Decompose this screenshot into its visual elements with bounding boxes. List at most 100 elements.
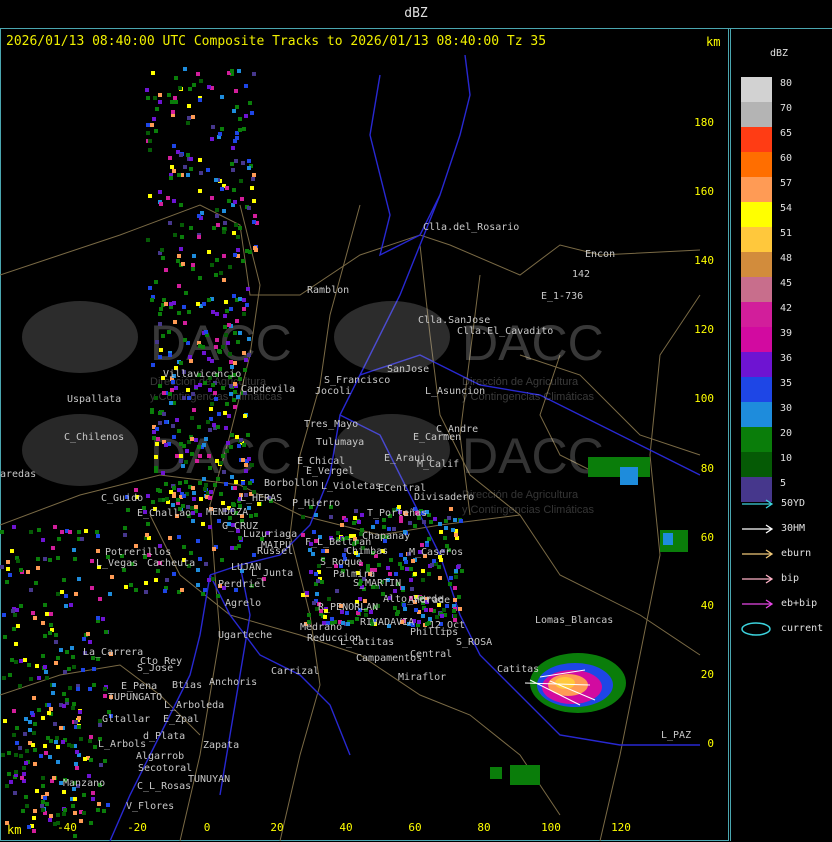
echo-pixel xyxy=(31,611,35,615)
echo-pixel xyxy=(49,623,53,627)
echo-pixel xyxy=(74,720,78,724)
echo-pixel xyxy=(249,514,253,518)
echo-pixel xyxy=(45,792,49,796)
echo-pixel xyxy=(252,199,256,203)
echo-pixel xyxy=(52,683,56,687)
echo-pixel xyxy=(47,703,51,707)
legend-track-label: 50YD xyxy=(781,498,806,509)
echo-pixel xyxy=(48,631,52,635)
echo-pixel xyxy=(187,310,191,314)
echo-pixel xyxy=(189,226,193,230)
echo-pixel xyxy=(250,463,254,467)
echo-pixel xyxy=(247,166,251,170)
echo-pixel xyxy=(134,488,138,492)
echo-pixel xyxy=(154,280,158,284)
echo-pixel xyxy=(72,702,76,706)
echo-pixel xyxy=(253,246,257,250)
echo-pixel xyxy=(158,421,162,425)
echo-pixel xyxy=(238,536,242,540)
echo-pixel xyxy=(429,520,433,524)
echo-pixel xyxy=(72,548,76,552)
echo-pixel xyxy=(33,722,37,726)
echo-pixel xyxy=(71,706,75,710)
echo-pixel xyxy=(177,488,181,492)
place-name: E_Vergel xyxy=(306,466,354,477)
echo-pixel xyxy=(173,96,177,100)
echo-pixel xyxy=(14,770,18,774)
echo-pixel xyxy=(452,609,456,613)
echo-pixel xyxy=(158,489,162,493)
echo-pixel xyxy=(215,312,219,316)
echo-pixel xyxy=(309,570,313,574)
echo-pixel xyxy=(208,466,212,470)
echo-pixel xyxy=(212,226,216,230)
echo-pixel xyxy=(35,664,39,668)
radar-map[interactable]: DACC Dirección de Agricultura y Continge… xyxy=(0,55,729,841)
echo-pixel xyxy=(214,345,218,349)
echo-pixel xyxy=(207,85,211,89)
echo-pixel xyxy=(92,667,96,671)
legend-title: dBZ xyxy=(770,48,789,59)
echo-pixel xyxy=(24,761,28,765)
echo-pixel xyxy=(35,789,39,793)
echo-pixel xyxy=(60,590,64,594)
echo-pixel xyxy=(164,268,168,272)
echo-pixel xyxy=(5,821,9,825)
place-name: M_Caseros xyxy=(409,547,463,558)
echo-pixel xyxy=(152,436,156,440)
echo-pixel xyxy=(414,608,418,612)
legend-level-label: 39 xyxy=(780,328,793,339)
place-name: L_Arbols xyxy=(98,739,146,750)
place-name: Catitas xyxy=(497,664,539,675)
echo-pixel xyxy=(229,307,233,311)
echo-pixel xyxy=(243,486,247,490)
legend-swatch xyxy=(741,452,772,477)
echo-pixel xyxy=(451,528,455,532)
echo-pixel xyxy=(196,583,200,587)
echo-pixel xyxy=(172,144,176,148)
echo-pixel xyxy=(92,683,96,687)
echo-pixel xyxy=(188,87,192,91)
echo-pixel xyxy=(177,429,181,433)
echo-pixel xyxy=(225,186,229,190)
echo-pixel xyxy=(453,598,457,602)
echo-pixel xyxy=(124,585,128,589)
echo-pixel xyxy=(196,539,200,543)
echo-pixel xyxy=(93,745,97,749)
echo-pixel xyxy=(210,137,214,141)
echo-pixel xyxy=(32,816,36,820)
echo-pixel xyxy=(360,513,364,517)
echo-pixel xyxy=(179,247,183,251)
echo-pixel xyxy=(168,156,172,160)
echo-pixel xyxy=(164,302,168,306)
echo-pixel xyxy=(233,139,237,143)
echo-pixel xyxy=(181,464,185,468)
echo-pixel xyxy=(227,414,231,418)
echo-pixel xyxy=(210,263,214,267)
place-name: T_Porteñas xyxy=(367,508,427,519)
echo-pixel xyxy=(241,458,245,462)
echo-pixel xyxy=(198,557,202,561)
echo-pixel xyxy=(209,490,213,494)
echo-pixel xyxy=(7,751,11,755)
echo-pixel xyxy=(53,722,57,726)
legend-level-label: 54 xyxy=(780,203,793,214)
echo-pixel xyxy=(207,298,211,302)
echo-pixel xyxy=(219,492,223,496)
echo-pixel xyxy=(222,254,226,258)
echo-pixel xyxy=(61,740,65,744)
legend-swatch xyxy=(741,327,772,352)
place-name: C_Guido xyxy=(101,493,143,504)
echo-pixel xyxy=(23,732,27,736)
echo-pixel xyxy=(5,784,9,788)
echo-pixel xyxy=(192,497,196,501)
echo-pixel xyxy=(201,522,205,526)
echo-pixel xyxy=(37,528,41,532)
echo-pixel xyxy=(244,114,248,118)
echo-pixel xyxy=(242,127,246,131)
echo-pixel xyxy=(179,153,183,157)
place-name: Divisadero xyxy=(414,492,474,503)
place-name: C_L_Rosas xyxy=(137,781,191,792)
echo-pixel xyxy=(45,802,49,806)
echo-pixel xyxy=(253,214,257,218)
